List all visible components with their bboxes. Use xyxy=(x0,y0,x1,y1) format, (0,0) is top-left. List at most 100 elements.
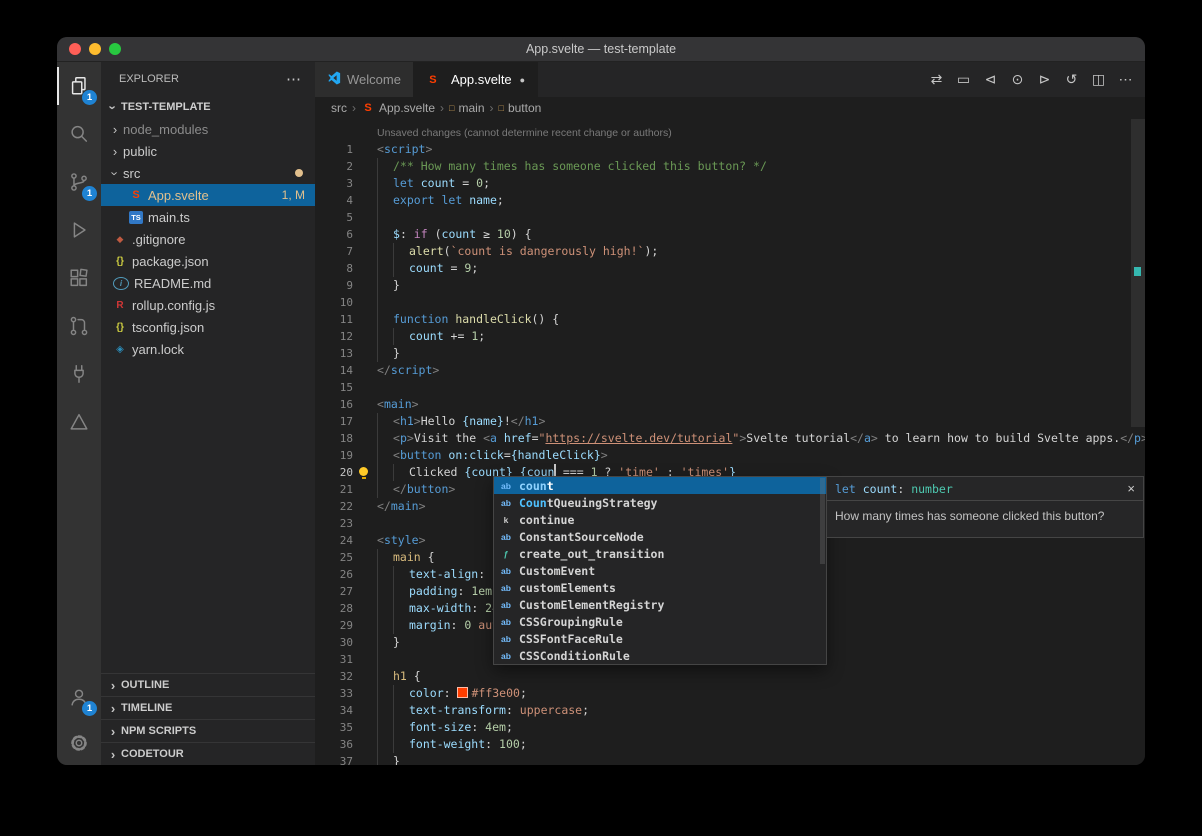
keyword-symbol-icon: k xyxy=(499,515,513,525)
suggest-item-count[interactable]: abcount xyxy=(494,477,826,494)
code-line-5[interactable]: 5 xyxy=(315,209,1145,226)
suggest-label: CSSFontFaceRule xyxy=(519,632,623,646)
minimize-window-button[interactable] xyxy=(89,43,101,55)
suggest-item-customevent[interactable]: abCustomEvent xyxy=(494,562,826,579)
breadcrumb-label: App.svelte xyxy=(379,101,435,115)
code-line-4[interactable]: 4export let name; xyxy=(315,192,1145,209)
code-line-16[interactable]: 16<main> xyxy=(315,396,1145,413)
open-changes-icon[interactable]: ⇄ xyxy=(923,66,950,93)
code-line-10[interactable]: 10 xyxy=(315,294,1145,311)
code-line-37[interactable]: 37} xyxy=(315,753,1145,765)
code-line-34[interactable]: 34text-transform: uppercase; xyxy=(315,702,1145,719)
explorer-more-actions-icon[interactable]: ⋯ xyxy=(286,70,301,88)
code-line-11[interactable]: 11function handleClick() { xyxy=(315,311,1145,328)
suggest-scrollbar[interactable] xyxy=(820,478,825,564)
svelte-file-icon: S xyxy=(426,74,440,86)
search-icon[interactable] xyxy=(57,110,101,158)
code-line-6[interactable]: 6$: if (count ≥ 10) { xyxy=(315,226,1145,243)
tab-welcome[interactable]: Welcome xyxy=(315,62,414,97)
code-line-2[interactable]: 2/** How many times has someone clicked … xyxy=(315,158,1145,175)
line-number: 2 xyxy=(315,158,353,175)
previous-change-icon[interactable]: ⊲ xyxy=(977,66,1004,93)
code-line-33[interactable]: 33color: #ff3e00; xyxy=(315,685,1145,702)
code-line-36[interactable]: 36font-weight: 100; xyxy=(315,736,1145,753)
sidebar-panel-timeline[interactable]: ›TIMELINE xyxy=(101,696,315,719)
run-debug-icon[interactable] xyxy=(57,206,101,254)
github-pr-icon[interactable] xyxy=(57,302,101,350)
code-line-19[interactable]: 19<button on:click={handleClick}> xyxy=(315,447,1145,464)
azure-icon[interactable] xyxy=(57,398,101,446)
tree-item-readme-md[interactable]: iREADME.md xyxy=(101,272,315,294)
tree-item-tsconfig-json[interactable]: {}tsconfig.json xyxy=(101,316,315,338)
suggest-item-cssgroupingrule[interactable]: abCSSGroupingRule xyxy=(494,613,826,630)
code-line-32[interactable]: 32h1 { xyxy=(315,668,1145,685)
remote-explorer-icon[interactable] xyxy=(57,350,101,398)
tree-item-app-svelte[interactable]: SApp.svelte1, M xyxy=(101,184,315,206)
breadcrumb-item-button[interactable]: □button xyxy=(499,101,542,115)
compare-icon[interactable]: ⊙ xyxy=(1004,66,1031,93)
code-line-12[interactable]: 12count += 1; xyxy=(315,328,1145,345)
suggest-item-create-out-transition[interactable]: ƒcreate_out_transition xyxy=(494,545,826,562)
file-history-icon[interactable]: ↺ xyxy=(1058,66,1085,93)
extensions-icon[interactable] xyxy=(57,254,101,302)
panel-label: CODETOUR xyxy=(121,748,184,760)
tree-item-main-ts[interactable]: TSmain.ts xyxy=(101,206,315,228)
code-line-14[interactable]: 14</script> xyxy=(315,362,1145,379)
split-editor-icon[interactable]: ◫ xyxy=(1085,66,1112,93)
sidebar-panel-outline[interactable]: ›OUTLINE xyxy=(101,673,315,696)
code-line-13[interactable]: 13} xyxy=(315,345,1145,362)
line-number: 31 xyxy=(315,651,353,668)
line-number: 36 xyxy=(315,736,353,753)
tree-item-gitignore[interactable]: ◆.gitignore xyxy=(101,228,315,250)
tree-item-rollup-config-js[interactable]: Rrollup.config.js xyxy=(101,294,315,316)
code-editor[interactable]: Unsaved changes (cannot determine recent… xyxy=(315,119,1145,765)
code-line-1[interactable]: 1<script> xyxy=(315,141,1145,158)
suggest-item-constantsourcenode[interactable]: abConstantSourceNode xyxy=(494,528,826,545)
line-number: 34 xyxy=(315,702,353,719)
zoom-window-button[interactable] xyxy=(109,43,121,55)
explorer-activity-icon[interactable]: 1 xyxy=(57,62,101,110)
suggest-item-cssconditionrule[interactable]: abCSSConditionRule xyxy=(494,647,826,664)
tab-app-svelte[interactable]: SApp.svelte● xyxy=(414,62,538,97)
account-icon[interactable]: 1 xyxy=(57,673,101,721)
color-swatch[interactable] xyxy=(457,687,468,698)
lightbulb-icon[interactable] xyxy=(359,467,368,476)
open-preview-icon[interactable]: ▭ xyxy=(950,66,977,93)
suggest-item-cssfontfacerule[interactable]: abCSSFontFaceRule xyxy=(494,630,826,647)
suggest-item-customelements[interactable]: abcustomElements xyxy=(494,579,826,596)
line-number: 10 xyxy=(315,294,353,311)
next-change-icon[interactable]: ⊳ xyxy=(1031,66,1058,93)
variable-symbol-icon: ab xyxy=(499,600,513,610)
file-label: public xyxy=(123,144,157,159)
suggest-item-countqueuingstrategy[interactable]: abCountQueuingStrategy xyxy=(494,494,826,511)
tree-item-package-json[interactable]: {}package.json xyxy=(101,250,315,272)
code-line-9[interactable]: 9} xyxy=(315,277,1145,294)
code-line-17[interactable]: 17<h1>Hello {name}!</h1> xyxy=(315,413,1145,430)
breadcrumb-item-main[interactable]: □main xyxy=(449,101,484,115)
sidebar-panel-codetour[interactable]: ›CODETOUR xyxy=(101,742,315,765)
more-actions-icon[interactable]: ⋯ xyxy=(1112,66,1139,93)
code-line-7[interactable]: 7alert(`count is dangerously high!`); xyxy=(315,243,1145,260)
code-line-3[interactable]: 3let count = 0; xyxy=(315,175,1145,192)
workspace-root-folder[interactable]: › TEST-TEMPLATE xyxy=(101,96,315,118)
tree-item-node-modules[interactable]: ›node_modules xyxy=(101,118,315,140)
close-icon[interactable]: × xyxy=(1127,481,1135,496)
code-line-8[interactable]: 8count = 9; xyxy=(315,260,1145,277)
tree-item-public[interactable]: ›public xyxy=(101,140,315,162)
svelte-file-icon: S xyxy=(361,102,375,114)
chevron-right-icon: › xyxy=(105,724,121,739)
close-window-button[interactable] xyxy=(69,43,81,55)
suggest-item-continue[interactable]: kcontinue xyxy=(494,511,826,528)
tree-item-yarn-lock[interactable]: ◈yarn.lock xyxy=(101,338,315,360)
breadcrumb-item-src[interactable]: src xyxy=(331,101,347,115)
variable-symbol-icon: ab xyxy=(499,583,513,593)
sidebar-panel-npm-scripts[interactable]: ›NPM SCRIPTS xyxy=(101,719,315,742)
code-line-35[interactable]: 35font-size: 4em; xyxy=(315,719,1145,736)
tree-item-src[interactable]: ›src xyxy=(101,162,315,184)
code-line-18[interactable]: 18<p>Visit the <a href="https://svelte.d… xyxy=(315,430,1145,447)
code-line-15[interactable]: 15 xyxy=(315,379,1145,396)
source-control-icon[interactable]: 1 xyxy=(57,158,101,206)
settings-gear-icon[interactable] xyxy=(57,721,101,765)
suggest-item-customelementregistry[interactable]: abCustomElementRegistry xyxy=(494,596,826,613)
breadcrumb-item-app-svelte[interactable]: S App.svelte xyxy=(361,101,435,115)
